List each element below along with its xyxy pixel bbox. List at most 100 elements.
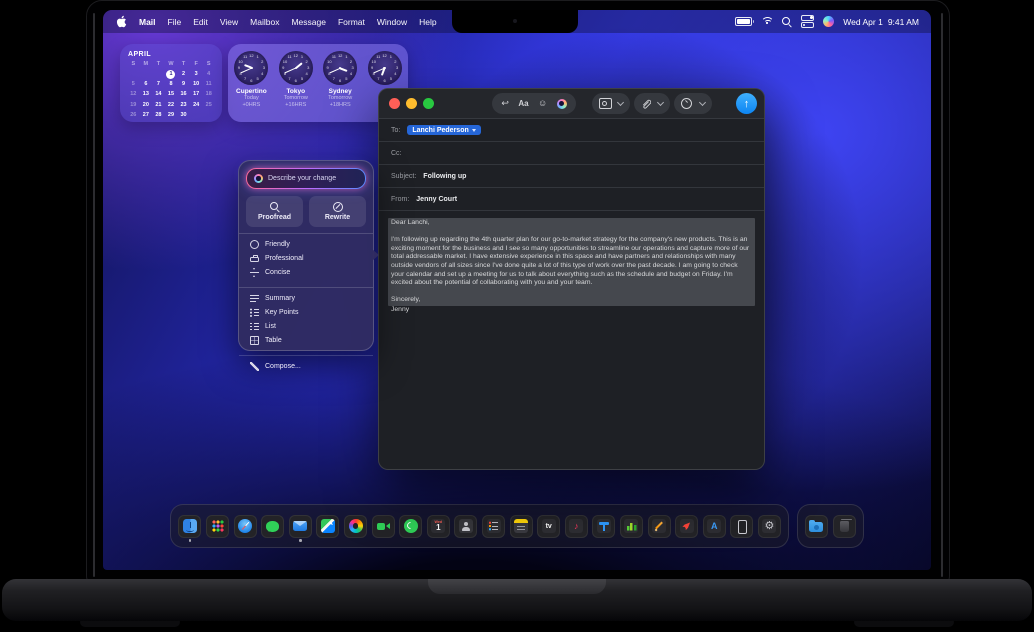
key-points-menu-item[interactable]: Key Points	[239, 305, 373, 319]
calendar-weekday: T	[177, 61, 190, 69]
apple-intelligence-icon[interactable]	[557, 99, 567, 109]
calendar-day: 5	[127, 79, 140, 89]
dock-mail-icon[interactable]	[289, 515, 312, 538]
apple-menu-icon[interactable]	[116, 15, 127, 28]
smiley-icon	[250, 240, 259, 249]
dock-music-icon[interactable]: ♪	[565, 515, 588, 538]
calendar-day: 10	[190, 79, 203, 89]
dock-phone-icon[interactable]	[399, 515, 422, 538]
calendar-day	[140, 69, 153, 79]
more-actions-group[interactable]	[674, 93, 712, 114]
menu-help[interactable]: Help	[419, 17, 436, 27]
chevron-down-icon[interactable]	[657, 99, 664, 106]
undo-icon[interactable]: ↩	[501, 99, 509, 108]
paperclip-icon[interactable]	[641, 98, 651, 109]
battery-icon[interactable]	[735, 17, 752, 26]
spotlight-search-icon[interactable]	[782, 17, 792, 27]
menu-view[interactable]: View	[220, 17, 238, 27]
circle-arrow-icon[interactable]	[681, 98, 692, 109]
menu-item-label: Table	[265, 337, 282, 344]
dock-downloads-icon[interactable]	[805, 515, 828, 538]
dock-trash-icon[interactable]	[833, 515, 856, 538]
calendar-month-label: APRIL	[128, 51, 215, 58]
control-center-icon[interactable]	[801, 15, 814, 29]
dock-notes-icon[interactable]	[510, 515, 533, 538]
professional-menu-item[interactable]: Professional	[239, 251, 373, 265]
chevron-down-icon[interactable]	[617, 99, 624, 106]
compose-menu-item[interactable]: Compose...	[239, 359, 373, 373]
send-button[interactable]: ↑	[736, 93, 757, 114]
to-field[interactable]: To: Lanchi Pederson	[379, 119, 764, 142]
calendar-day: 16	[177, 89, 190, 99]
clock-day-label: Tomorrow	[275, 95, 317, 102]
dock-launchpad-icon[interactable]	[206, 515, 229, 538]
appletv-glyph: tv	[542, 519, 556, 533]
dock-finder-icon[interactable]	[178, 515, 201, 538]
concise-menu-item[interactable]: Concise	[239, 265, 373, 279]
dock-settings-icon[interactable]: ⚙	[758, 515, 781, 538]
clock-numeral: 5	[343, 76, 349, 82]
menu-format[interactable]: Format	[338, 17, 365, 27]
rewrite-button[interactable]: Rewrite	[309, 196, 366, 227]
chevron-down-icon[interactable]	[699, 99, 706, 106]
reminders-glyph	[487, 519, 501, 533]
dock-facetime-icon[interactable]	[372, 515, 395, 538]
calendar-day: 11	[202, 79, 215, 89]
menu-bar-clock[interactable]: Wed Apr 1 9:41 AM	[843, 17, 919, 27]
recipient-token[interactable]: Lanchi Pederson	[407, 125, 480, 135]
list-menu-item[interactable]: List	[239, 319, 373, 333]
dock-calendar-icon[interactable]: Wed1	[427, 515, 450, 538]
dock-appletv-icon[interactable]: tv	[537, 515, 560, 538]
dock-iphone-mirroring-icon[interactable]	[730, 515, 753, 538]
dock-contacts-icon[interactable]	[454, 515, 477, 538]
calendar-day	[127, 69, 140, 79]
siri-icon[interactable]	[823, 16, 834, 27]
maps-glyph	[321, 519, 335, 533]
clock-numeral: 6	[337, 78, 343, 84]
dock-rocket-icon[interactable]	[675, 515, 698, 538]
clock-numeral: 3	[350, 65, 356, 71]
minimize-window-button[interactable]	[406, 98, 417, 109]
dock-numbers-icon[interactable]	[620, 515, 643, 538]
dock-photos-icon[interactable]	[344, 515, 367, 538]
menu-message[interactable]: Message	[291, 17, 326, 27]
dock-reminders-icon[interactable]	[482, 515, 505, 538]
calendar-day-grid: 1234567891011121314151617181920212223242…	[127, 69, 215, 120]
cc-label: Cc:	[391, 150, 402, 157]
from-field[interactable]: From: Jenny Court	[379, 188, 764, 211]
selected-text[interactable]: Dear Lanchi, I'm following up regarding …	[388, 218, 755, 306]
friendly-menu-item[interactable]: Friendly	[239, 237, 373, 251]
describe-change-input[interactable]: Describe your change	[246, 168, 366, 189]
proofread-button[interactable]: Proofread	[246, 196, 303, 227]
attachment-group[interactable]	[634, 93, 670, 114]
dock-pages-icon[interactable]	[648, 515, 671, 538]
active-app-menu[interactable]: Mail	[139, 17, 156, 27]
emoji-icon[interactable]: ☺	[538, 99, 547, 108]
calendar-widget[interactable]: APRIL SMTWTFS 12345678910111213141516171…	[120, 44, 222, 122]
menu-mailbox[interactable]: Mailbox	[250, 17, 279, 27]
table-menu-item[interactable]: Table	[239, 333, 373, 347]
clock-city-label: Sydney	[319, 88, 361, 95]
format-text-icon[interactable]: Aa	[518, 99, 528, 108]
menu-window[interactable]: Window	[377, 17, 407, 27]
calendar-glyph: Wed1	[431, 519, 445, 533]
clock-day-label: Today	[230, 95, 272, 102]
menu-file[interactable]: File	[168, 17, 182, 27]
dock-keynote-icon[interactable]	[592, 515, 615, 538]
dock-maps-icon[interactable]	[316, 515, 339, 538]
wifi-icon[interactable]	[761, 17, 773, 26]
summary-menu-item[interactable]: Summary	[239, 291, 373, 305]
zoom-window-button[interactable]	[423, 98, 434, 109]
dock-messages-icon[interactable]	[261, 515, 284, 538]
menu-edit[interactable]: Edit	[193, 17, 208, 27]
subject-field[interactable]: Subject: Following up	[379, 165, 764, 188]
photo-browser-group[interactable]	[592, 93, 630, 114]
photo-browser-icon[interactable]	[599, 98, 612, 109]
close-window-button[interactable]	[389, 98, 400, 109]
downloads-glyph	[809, 522, 823, 532]
dock-safari-icon[interactable]	[234, 515, 257, 538]
cc-field[interactable]: Cc:	[379, 142, 764, 165]
calendar-day: 3	[190, 69, 203, 79]
dock-appstore-icon[interactable]: A	[703, 515, 726, 538]
message-body-editor[interactable]: Dear Lanchi, I'm following up regarding …	[379, 211, 764, 322]
